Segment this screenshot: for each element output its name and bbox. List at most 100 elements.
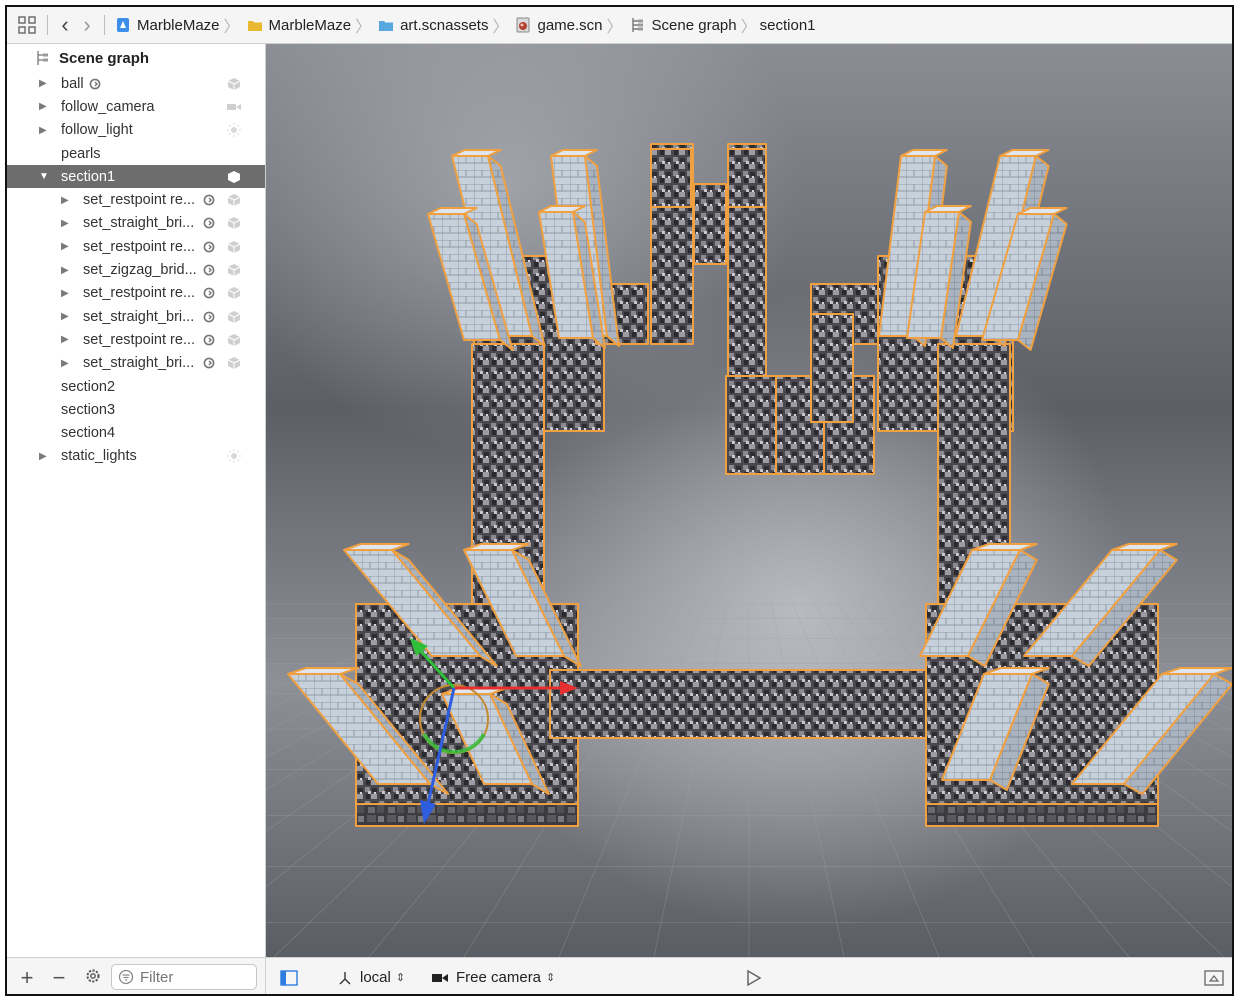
scene-node-row[interactable]: ▶ static_lights — [7, 445, 265, 468]
disclosure-collapsed-icon[interactable]: ▶ — [61, 358, 73, 369]
disclosure-collapsed-icon[interactable]: ▶ — [39, 78, 51, 89]
camera-label: Free camera — [456, 969, 542, 986]
filter-field[interactable] — [111, 964, 257, 990]
chevron-right-icon: 〉 — [606, 19, 623, 36]
disclosure-collapsed-icon[interactable]: ▶ — [61, 241, 73, 252]
wall-block — [810, 313, 854, 423]
scene-node-label: set_restpoint re... — [83, 238, 196, 255]
scene-node-row[interactable]: pearls — [7, 142, 265, 165]
filter-input[interactable] — [138, 967, 252, 987]
axes-icon — [339, 971, 351, 984]
scene-node-label: follow_light — [61, 122, 133, 139]
disclosure-collapsed-icon[interactable]: ▶ — [61, 218, 73, 229]
scene-node-label: section3 — [61, 401, 116, 418]
back-arrow-icon[interactable]: ‹ — [54, 11, 76, 39]
scene-node-row[interactable]: ▶ set_restpoint re... — [7, 282, 265, 305]
chevron-right-icon: 〉 — [355, 19, 372, 36]
breadcrumb-folder-group[interactable]: MarbleMaze — [243, 16, 352, 34]
scene-node-label: set_straight_bri... — [83, 355, 195, 372]
node-list: ▶ ball ▶ follow_camera ▶ follow_light pearls ▼ s… — [7, 72, 265, 468]
scene-node-row[interactable]: ▶ set_straight_bri... — [7, 212, 265, 235]
disclosure-collapsed-icon[interactable]: ▶ — [61, 195, 73, 206]
scene-node-label: static_lights — [61, 448, 137, 465]
window: ‹ › MarbleMaze 〉 MarbleMaze 〉 art.scnass… — [5, 5, 1234, 996]
wall-block — [650, 148, 692, 208]
disclosure-collapsed-icon[interactable]: ▶ — [61, 311, 73, 322]
scene-node-row[interactable]: section3 — [7, 398, 265, 421]
breadcrumb-scnassets[interactable]: art.scnassets — [374, 17, 488, 34]
folder-icon — [379, 21, 394, 31]
disclosure-expanded-icon[interactable]: ▼ — [39, 171, 51, 182]
scene-node-label: follow_camera — [61, 98, 155, 115]
inspector-toggle-icon[interactable] — [1204, 969, 1224, 986]
scene-node-row[interactable]: ▶ set_restpoint re... — [7, 328, 265, 351]
sidebar-bottom-bar: + − — [7, 957, 266, 994]
light-icon — [227, 123, 241, 138]
disclosure-collapsed-icon[interactable]: ▶ — [39, 451, 51, 462]
gear-icon[interactable] — [83, 965, 103, 991]
disclosure-collapsed-icon[interactable]: ▶ — [61, 265, 73, 276]
reference-link-icon — [203, 217, 215, 229]
add-icon[interactable]: + — [17, 965, 37, 991]
disclosure-collapsed-icon[interactable]: ▶ — [61, 334, 73, 345]
filter-icon — [118, 969, 134, 985]
scene-node-label: set_restpoint re... — [83, 331, 196, 348]
geometry-icon — [227, 193, 241, 207]
play-button[interactable] — [746, 969, 762, 987]
breadcrumb-label: section1 — [759, 16, 816, 34]
breadcrumb-section[interactable]: section1 — [760, 17, 816, 34]
scene-node-row[interactable]: ▶ follow_camera — [7, 95, 265, 118]
scene-node-row[interactable]: ▶ follow_light — [7, 119, 265, 142]
geometry-icon — [227, 240, 241, 254]
coordinate-space-popup[interactable]: local ⇕ — [338, 969, 405, 986]
geometry-icon — [227, 356, 241, 370]
breadcrumb-scene-file[interactable]: game.scn — [511, 17, 603, 34]
scene-node-label: set_restpoint re... — [83, 192, 196, 209]
scene-node-row[interactable]: ▶ set_restpoint re... — [7, 188, 265, 211]
viewport-toolbar: local ⇕ Free camera ⇕ — [266, 957, 1232, 994]
scene-node-row[interactable]: ▶ ball — [7, 72, 265, 95]
scene-node-label: set_straight_bri... — [83, 215, 195, 232]
reference-link-icon — [203, 194, 215, 206]
scene-node-row[interactable]: section4 — [7, 421, 265, 444]
popup-arrows-icon: ⇕ — [395, 972, 406, 984]
scene-node-label: pearls — [61, 145, 101, 162]
remove-icon[interactable]: − — [49, 965, 69, 991]
scene-node-row[interactable]: ▶ set_zigzag_brid... — [7, 258, 265, 281]
breadcrumb-scene-graph[interactable]: Scene graph — [626, 17, 737, 34]
scene-node-row[interactable]: ▶ set_straight_bri... — [7, 352, 265, 375]
chevron-right-icon: 〉 — [740, 19, 757, 36]
disclosure-collapsed-icon[interactable]: ▶ — [39, 125, 51, 136]
camera-popup[interactable]: Free camera ⇕ — [432, 969, 555, 986]
disclosure-collapsed-icon[interactable]: ▶ — [39, 101, 51, 112]
wall-block — [549, 669, 957, 739]
forward-arrow-icon[interactable]: › — [76, 11, 98, 39]
disclosure-collapsed-icon[interactable]: ▶ — [61, 288, 73, 299]
breadcrumb-label: MarbleMaze — [268, 16, 352, 34]
geometry-icon — [227, 170, 241, 184]
wall-block — [925, 803, 1159, 827]
breadcrumb-project[interactable]: MarbleMaze — [111, 17, 220, 34]
scene-node-row[interactable]: ▼ section1 — [7, 165, 265, 189]
geometry-icon — [227, 216, 241, 230]
wall-block — [693, 183, 727, 265]
scene-node-row[interactable]: ▶ set_straight_bri... — [7, 305, 265, 328]
scene-viewport[interactable] — [266, 44, 1233, 957]
wall-block — [725, 375, 777, 475]
scene-node-label: ball — [61, 75, 84, 92]
reference-link-icon — [203, 264, 215, 276]
reference-link-icon — [203, 334, 215, 346]
related-items-grid-icon[interactable] — [13, 11, 41, 39]
geometry-icon — [227, 310, 241, 324]
toolbar-divider — [47, 15, 48, 35]
scene-node-label: set_restpoint re... — [83, 285, 196, 302]
folder-icon — [247, 21, 262, 31]
jump-bar: ‹ › MarbleMaze 〉 MarbleMaze 〉 art.scnass… — [7, 7, 1232, 44]
scene-render[interactable] — [266, 44, 1233, 957]
light-icon — [227, 449, 241, 464]
scene-node-row[interactable]: ▶ set_restpoint re... — [7, 235, 265, 258]
sidebar-toggle-icon[interactable] — [280, 969, 298, 986]
scene-node-row[interactable]: section2 — [7, 375, 265, 398]
toolbar-divider — [104, 15, 105, 35]
scene-graph-sidebar: Scene graph ▶ ball ▶ follow_camera ▶ follow_l… — [7, 44, 266, 957]
